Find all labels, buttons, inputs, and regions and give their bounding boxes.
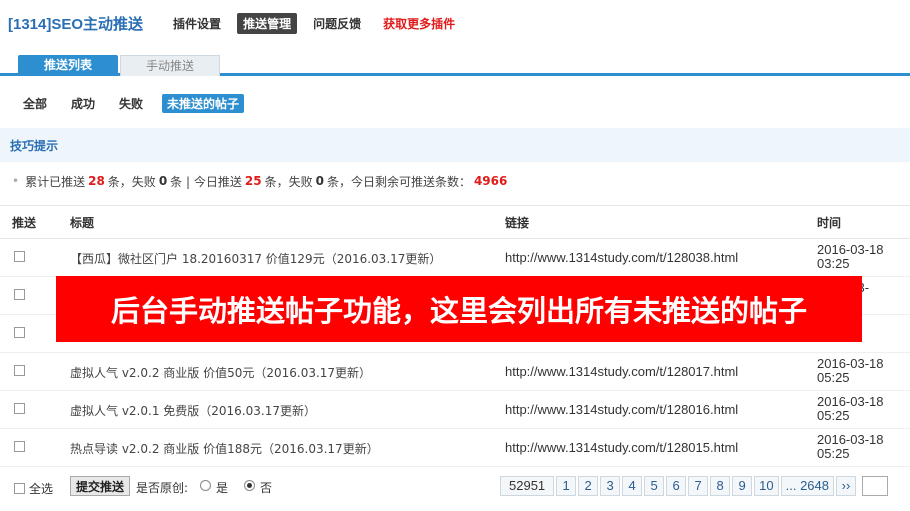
page-link[interactable]: 7 [688,476,709,496]
row-link[interactable]: http://www.1314study.com/t/128038.html [505,250,738,265]
original-no-radio[interactable] [244,480,255,491]
row-date: 2016-03-18 [817,242,884,257]
nav-feedback[interactable]: 问题反馈 [307,13,367,34]
row-link[interactable]: http://www.1314study.com/t/128017.html [505,364,738,379]
stats-text: 条，失败 [107,174,156,189]
pagination-total: 52951 [500,476,555,496]
row-clock: 05:25 [817,370,850,385]
column-header-link: 链接 [505,215,530,230]
page-link[interactable]: 2 [578,476,599,496]
page-link-last[interactable]: ... 2648 [780,476,834,496]
row-checkbox[interactable] [14,251,25,262]
page-link[interactable]: 9 [732,476,753,496]
row-time: 2016-03-18 05:25 [817,433,897,461]
tab-push-list[interactable]: 推送列表 [18,55,118,76]
nav-push-management[interactable]: 推送管理 [237,12,298,34]
row-clock: 05:25 [817,408,850,423]
column-header-title: 标题 [70,215,95,230]
page-link[interactable]: 3 [600,476,621,496]
app-title: [1314]SEO主动推送 [8,15,144,33]
column-header-time: 时间 [817,215,842,230]
row-clock: 05:25 [817,446,850,461]
select-all[interactable]: 全选 [14,480,53,497]
nav-more-plugins[interactable]: 获取更多插件 [377,13,461,34]
original-yes-radio[interactable] [200,480,211,491]
filter-failed[interactable]: 失败 [114,94,148,113]
stats-text: 条 | 今日推送 [170,174,242,189]
tips-bar: 技巧提示 [0,128,910,162]
row-checkbox[interactable] [14,441,25,452]
table-row: 【西瓜】微社区门户 18.20160317 价值129元（2016.03.17更… [0,239,910,277]
stat-today-pushed: 25 [244,174,262,188]
stats-text: 条，今日剩余可推送条数： [326,174,471,189]
select-all-checkbox[interactable] [14,483,25,494]
column-header-push: 推送 [12,215,37,230]
bullet-icon: • [12,174,20,188]
row-title: 【西瓜】微社区门户 18.20160317 价值129元（2016.03.17更… [70,252,442,266]
annotation-banner: 后台手动推送帖子功能，这里会列出所有未推送的帖子 [56,276,862,342]
stat-remaining: 4966 [473,174,508,188]
original-yes-label: 是 [216,481,229,495]
filter-success[interactable]: 成功 [66,94,100,113]
row-time: 2016-03-18 03:25 [817,243,897,271]
row-checkbox[interactable] [14,403,25,414]
tab-strip: 推送列表 手动推送 [0,53,910,76]
original-no-label: 否 [260,481,273,495]
stat-total-failed: 0 [158,174,168,188]
row-checkbox[interactable] [14,365,25,376]
row-date: 2016-03-18 [817,356,884,371]
table-row: 热点导读 v2.0.2 商业版 价值188元（2016.03.17更新） htt… [0,429,910,467]
select-all-label: 全选 [29,482,54,496]
row-link[interactable]: http://www.1314study.com/t/128015.html [505,440,738,455]
stat-total-pushed: 28 [88,174,105,188]
row-title: 虚拟人气 v2.0.1 免费版（2016.03.17更新） [70,404,316,418]
page-link[interactable]: 6 [666,476,687,496]
tab-manual-push[interactable]: 手动推送 [120,55,220,76]
page-link[interactable]: 5 [644,476,665,496]
annotation-banner-text: 后台手动推送帖子功能，这里会列出所有未推送的帖子 [110,294,807,328]
row-checkbox[interactable] [14,327,25,338]
table-footer: 全选 提交推送 是否原创: 是 否 52951 1 2 3 4 5 6 7 8 … [0,474,910,500]
pagination: 52951 1 2 3 4 5 6 7 8 9 10 ... 2648 ›› [500,476,888,496]
tips-title: 技巧提示 [10,138,59,153]
filter-bar: 全部 成功 失败 未推送的帖子 [0,90,910,116]
submit-push-button[interactable]: 提交推送 [70,476,131,496]
original-label: 是否原创: [136,481,189,495]
page-link[interactable]: 4 [622,476,643,496]
page-link[interactable]: 10 [754,476,779,496]
push-stats: • 累计已推送 28 条，失败 0 条 | 今日推送 25 条，失败 0 条，今… [12,172,510,190]
page-link[interactable]: 8 [710,476,731,496]
row-time: 2016-03-18 05:25 [817,357,897,385]
row-time: 2016-03-18 05:25 [817,395,897,423]
row-checkbox[interactable] [14,289,25,300]
table-row: 虚拟人气 v2.0.1 免费版（2016.03.17更新） http://www… [0,391,910,429]
row-title: 热点导读 v2.0.2 商业版 价值188元（2016.03.17更新） [70,442,379,456]
stats-text: 累计已推送 [25,174,86,189]
row-date: 2016-03-18 [817,432,884,447]
page-jump-input[interactable] [862,476,888,496]
row-clock: 03:25 [817,256,850,271]
row-title: 虚拟人气 v2.0.2 商业版 价值50元（2016.03.17更新） [70,366,372,380]
table-row: 虚拟人气 v2.0.2 商业版 价值50元（2016.03.17更新） http… [0,353,910,391]
row-link[interactable]: http://www.1314study.com/t/128016.html [505,402,738,417]
next-page-icon[interactable]: ›› [836,476,856,496]
stats-text: 条，失败 [264,174,313,189]
stat-today-failed: 0 [315,174,324,188]
table-header: 推送 标题 链接 时间 [0,205,910,239]
page-link[interactable]: 1 [556,476,577,496]
filter-unpushed[interactable]: 未推送的帖子 [162,93,245,113]
nav-plugin-settings[interactable]: 插件设置 [167,13,227,34]
row-date: 2016-03-18 [817,394,884,409]
top-bar: [1314]SEO主动推送 插件设置 推送管理 问题反馈 获取更多插件 [0,0,910,46]
filter-all[interactable]: 全部 [18,94,52,113]
